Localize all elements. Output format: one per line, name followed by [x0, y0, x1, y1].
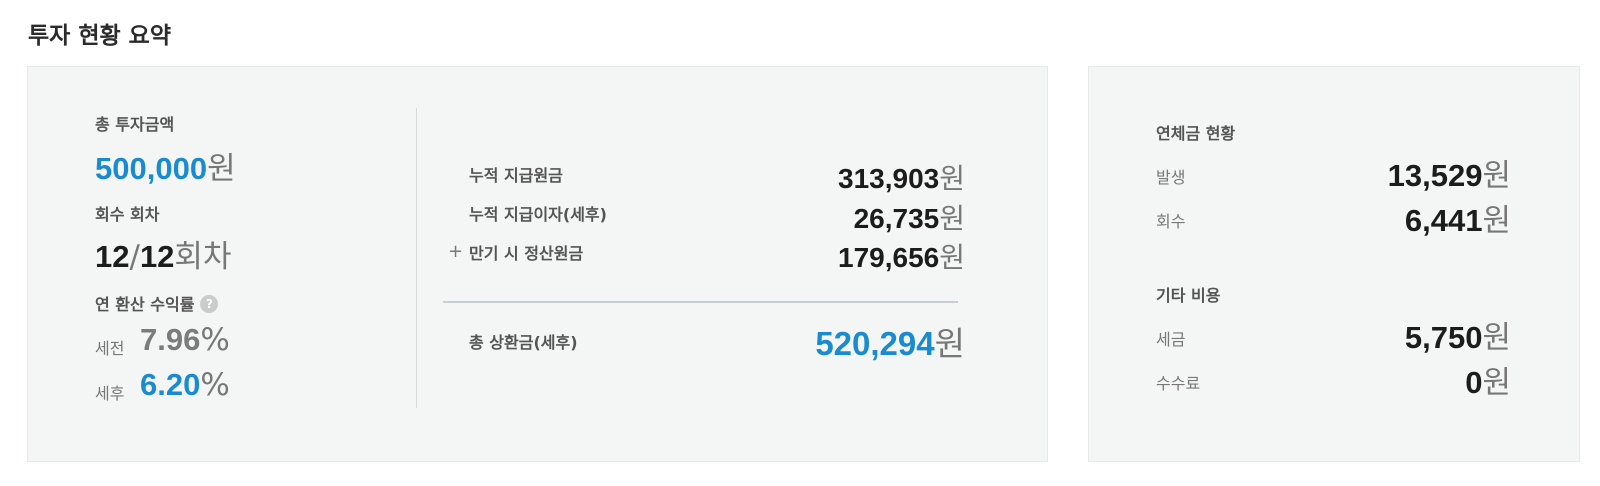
page-title: 투자 현황 요약 [28, 23, 171, 49]
won-unit: 원 [1482, 320, 1511, 356]
cost-row-label: 세금 [1156, 330, 1186, 349]
percent-unit: % [200, 367, 230, 403]
rounds-value: 12/12회차 [95, 231, 231, 276]
total-investment-label: 총 투자금액 [95, 115, 175, 134]
total-repayment-value: 520,294 [815, 325, 935, 362]
post-tax-label: 세후 [95, 384, 125, 403]
won-unit: 원 [1482, 158, 1511, 194]
payment-row-amount: 179,656원 [838, 236, 965, 276]
overdue-row-amount: 13,529원 [1388, 150, 1511, 195]
cost-row-value: 5,750 [1404, 320, 1483, 355]
payment-row-value: 26,735 [853, 203, 940, 234]
rounds-current: 12 [95, 239, 130, 274]
post-tax-value: 6.20 [140, 367, 201, 402]
rounds-unit: 회차 [174, 239, 232, 275]
overdue-row-amount: 6,441원 [1405, 195, 1511, 240]
won-unit: 원 [207, 151, 236, 187]
payment-row-label: 만기 시 정산원금 [469, 244, 584, 263]
payment-row-amount: 313,903원 [838, 157, 965, 197]
cost-row-amount: 5,750원 [1405, 312, 1511, 357]
total-repayment-label: 총 상환금(세후) [469, 333, 578, 352]
cost-row-amount: 0원 [1465, 357, 1511, 402]
cost-row-value: 0 [1465, 365, 1483, 400]
horizontal-divider [443, 301, 958, 303]
won-unit: 원 [1482, 203, 1511, 239]
rounds-label: 회수 회차 [95, 205, 160, 224]
pre-tax-yield: 7.96% [140, 322, 230, 358]
plus-sign: + [448, 241, 464, 262]
payment-row-label: 누적 지급이자(세후) [469, 205, 607, 224]
overdue-panel: 연체금 현황 발생 13,529원 회수 6,441원 기타 비용 세금 5,7… [1088, 66, 1580, 462]
help-icon[interactable]: ? [200, 295, 219, 313]
won-unit: 원 [934, 324, 965, 363]
annual-yield-label: 연 환산 수익률? [95, 291, 219, 315]
total-repayment-amount: 520,294원 [815, 317, 965, 365]
payment-row-value: 313,903 [838, 163, 940, 194]
overdue-section-label: 연체금 현황 [1156, 124, 1236, 143]
overdue-row-value: 6,441 [1404, 203, 1483, 238]
overdue-row-label: 회수 [1156, 212, 1186, 231]
cost-row-label: 수수료 [1156, 374, 1201, 393]
won-unit: 원 [939, 162, 965, 195]
other-costs-section-label: 기타 비용 [1156, 286, 1221, 305]
pre-tax-value: 7.96 [140, 322, 201, 357]
rounds-total: 12 [139, 239, 175, 274]
payment-row-amount: 26,735원 [854, 197, 965, 237]
total-investment-amount: 500,000원 [95, 143, 236, 188]
overdue-row-label: 발생 [1156, 168, 1186, 187]
annual-yield-text: 연 환산 수익률 [95, 295, 195, 314]
payment-row-value: 179,656 [838, 242, 940, 273]
overdue-row-value: 13,529 [1387, 158, 1483, 193]
total-investment-value: 500,000 [95, 151, 208, 186]
payment-row-label: 누적 지급원금 [469, 166, 563, 185]
percent-unit: % [200, 322, 230, 358]
won-unit: 원 [939, 241, 965, 274]
investment-summary-panel: 총 투자금액 500,000원 회수 회차 12/12회차 연 환산 수익률? … [27, 66, 1048, 462]
vertical-divider [416, 108, 417, 408]
won-unit: 원 [1482, 365, 1511, 401]
post-tax-yield: 6.20% [140, 367, 230, 403]
won-unit: 원 [939, 202, 965, 235]
rounds-separator: / [129, 239, 140, 275]
pre-tax-label: 세전 [95, 339, 125, 358]
